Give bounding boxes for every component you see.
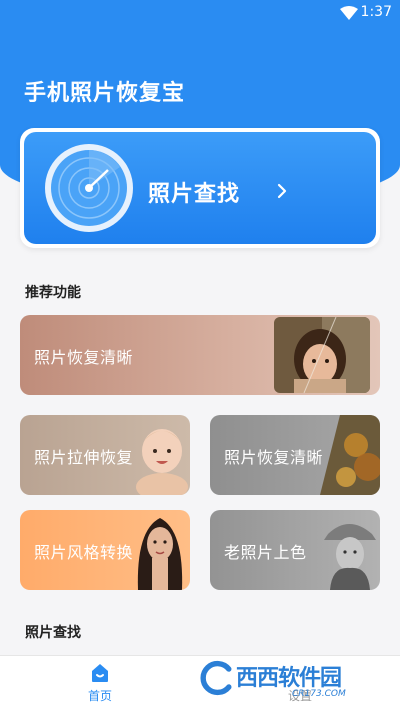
feature-card-label: 老照片上色 bbox=[224, 543, 307, 562]
child-portrait-image bbox=[274, 317, 370, 393]
woman-portrait-image bbox=[137, 518, 183, 590]
photo-search-card[interactable]: 照片查找 bbox=[20, 128, 380, 248]
home-icon bbox=[92, 664, 108, 682]
baby-photo-image bbox=[136, 429, 188, 495]
watermark-text: 西西软件园 bbox=[236, 666, 342, 691]
photo-search-section-title: 照片查找 bbox=[25, 625, 81, 641]
status-bar: 1:37 bbox=[0, 0, 400, 26]
wifi-icon bbox=[340, 6, 358, 20]
photo-search-label: 照片查找 bbox=[148, 182, 241, 207]
status-time: 1:37 bbox=[360, 4, 392, 20]
feature-card-style-transfer[interactable]: 照片风格转换 bbox=[20, 510, 190, 590]
feature-card-label: 照片拉伸恢复 bbox=[34, 448, 134, 467]
old-photo-image bbox=[324, 524, 376, 590]
photo-search-button[interactable]: 照片查找 bbox=[24, 132, 376, 244]
autumn-photo-image bbox=[320, 415, 380, 495]
feature-card-label: 照片风格转换 bbox=[34, 543, 134, 562]
chevron-right-icon bbox=[277, 183, 287, 199]
child-photo bbox=[274, 317, 370, 393]
feature-card-enhance[interactable]: 照片恢复清晰 bbox=[20, 315, 380, 395]
recommended-section-title: 推荐功能 bbox=[25, 285, 81, 301]
feature-card-label: 照片恢复清晰 bbox=[224, 448, 324, 467]
watermark-logo: 西西软件园 CR173.COM bbox=[198, 656, 388, 706]
watermark-c-icon bbox=[200, 660, 232, 696]
feature-card-stretch[interactable]: 照片拉伸恢复 bbox=[20, 415, 190, 495]
watermark-subtext: CR173.COM bbox=[292, 689, 346, 699]
feature-card-colorize[interactable]: 老照片上色 bbox=[210, 510, 380, 590]
app-title: 手机照片恢复宝 bbox=[24, 81, 186, 106]
feature-card-label: 照片恢复清晰 bbox=[34, 348, 134, 367]
feature-card-enhance-2[interactable]: 照片恢复清晰 bbox=[210, 415, 380, 495]
nav-home-label: 首页 bbox=[87, 689, 112, 703]
nav-home-tab[interactable]: 首页 bbox=[78, 662, 122, 706]
radar-icon bbox=[45, 144, 133, 232]
